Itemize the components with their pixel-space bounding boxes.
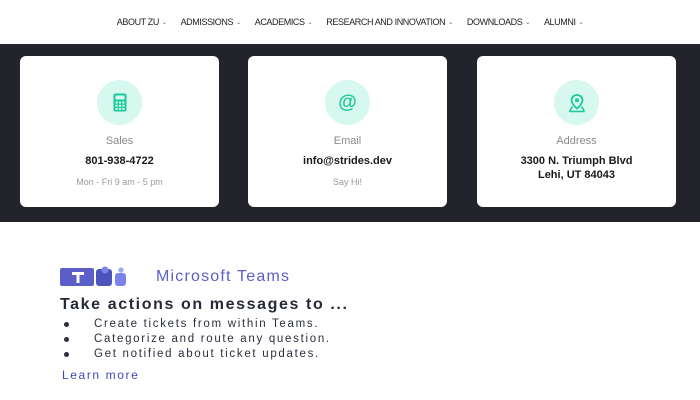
address-card: Address 3300 N. Triumph Blvd Lehi, UT 84… [477,56,676,207]
email-tagline: Say Hi! [332,177,362,187]
address-line-1: 3300 N. Triumph Blvd [520,155,633,167]
teams-header: Microsoft Teams [60,266,290,288]
list-item: Categorize and route any question. [64,332,331,347]
nav-item-downloads[interactable]: DOWNLOADS ⌄ [467,17,530,27]
nav-item-label: RESEARCH AND INNOVATION [326,17,446,27]
list-item: Create tickets from within Teams. [64,317,331,332]
nav-item-label: DOWNLOADS [466,17,523,27]
list-item: Get notified about ticket updates. [64,347,331,362]
sales-card: Sales 801-938-4722 Mon - Fri 9 am - 5 pm [20,56,219,207]
top-navigation: ABOUT ZU ⌄ ADMISSIONS ⌄ ACADEMICS ⌄ RESE… [0,0,700,44]
chevron-down-icon: ⌄ [578,19,584,26]
teams-feature-list: Create tickets from within Teams. Catego… [64,317,331,362]
nav-item-about[interactable]: ABOUT ZU ⌄ [117,17,167,27]
nav-item-admissions[interactable]: ADMISSIONS ⌄ [180,17,242,27]
email-label: Email [333,135,362,147]
list-item-text: Create tickets from within Teams. [94,318,320,330]
email-address[interactable]: info@strides.dev [248,154,447,168]
nav-item-label: ACADEMICS [254,17,305,27]
email-card: @ Email info@strides.dev Say Hi! [248,56,447,207]
chevron-down-icon: ⌄ [236,19,241,26]
nav-item-research[interactable]: RESEARCH AND INNOVATION ⌄ [326,17,453,27]
sales-hours: Mon - Fri 9 am - 5 pm [76,177,163,187]
teams-section: Microsoft Teams Take actions on messages… [0,222,700,400]
teams-brand-name: Microsoft Teams [156,268,291,285]
calculator-icon [97,80,142,125]
microsoft-teams-logo [60,266,126,286]
nav-item-label: ABOUT ZU [116,17,160,27]
sales-phone[interactable]: 801-938-4722 [20,154,219,168]
chevron-down-icon: ⌄ [448,19,453,26]
sales-label: Sales [105,135,134,147]
address-value: 3300 N. Triumph Blvd Lehi, UT 84043 [477,154,676,182]
map-pin-icon [554,80,599,125]
teams-title: Take actions on messages to ... [60,296,349,313]
contact-band: Sales 801-938-4722 Mon - Fri 9 am - 5 pm… [0,44,700,222]
list-item-text: Get notified about ticket updates. [94,348,320,360]
nav-item-academics[interactable]: ACADEMICS ⌄ [255,17,313,27]
learn-more-link[interactable]: Learn more [62,368,139,382]
address-label: Address [556,135,597,147]
nav-item-alumni[interactable]: ALUMNI ⌄ [543,17,584,27]
nav-item-label: ADMISSIONS [180,17,234,27]
bullet-icon [64,337,69,342]
list-item-text: Categorize and route any question. [94,333,331,345]
bullet-icon [64,322,69,327]
chevron-down-icon: ⌄ [525,19,530,26]
at-sign-icon: @ [325,80,370,125]
bullet-icon [64,352,69,357]
chevron-down-icon: ⌄ [161,19,167,26]
chevron-down-icon: ⌄ [307,19,313,26]
address-line-2: Lehi, UT 84043 [537,169,616,181]
nav-item-label: ALUMNI [543,17,576,27]
